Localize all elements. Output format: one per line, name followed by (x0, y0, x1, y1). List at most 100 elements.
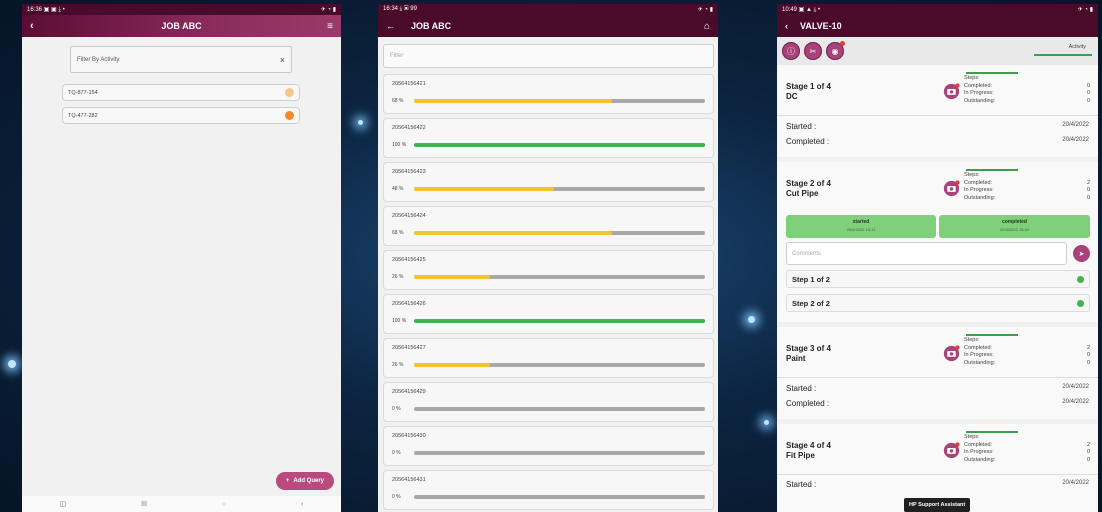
status-time: 16:34 ⤓ ▣ 99 (383, 6, 417, 12)
comments-input[interactable]: Comments (786, 242, 1067, 265)
row-id: 20564156421 (392, 81, 426, 87)
list-item[interactable]: TQ-877-154 (62, 84, 300, 101)
completed-button[interactable]: completed 20/4/2022 15:44 (939, 215, 1090, 238)
table-row[interactable]: 20564156429 0 % (383, 382, 714, 422)
row-id: 20564156422 (392, 125, 426, 131)
active-tab-indicator (1034, 54, 1092, 56)
camera-icon[interactable] (943, 83, 960, 100)
stage-progress-line (966, 431, 1018, 433)
system-nav-bar: ◫ III ○ ‹ (22, 496, 341, 512)
row-id: 20564156430 (392, 433, 426, 439)
progress-bar (414, 275, 705, 279)
background-glow (8, 360, 16, 368)
table-row[interactable]: 20564156426 100 % (383, 294, 714, 334)
filter-placeholder: Filter (390, 53, 404, 59)
progress-percent: 100 % (392, 142, 407, 148)
add-query-button[interactable]: + Add Query (275, 472, 334, 490)
progress-fill (414, 275, 490, 279)
progress-fill (414, 319, 705, 323)
status-bar: 10:49 ▣ ▲ ⤓ • ✈ ◔ ▮ (777, 4, 1098, 15)
clear-icon[interactable]: × (280, 55, 285, 65)
table-row[interactable]: 20564156424 68 % (383, 206, 714, 246)
tools-icon[interactable]: ✂ (804, 42, 822, 60)
stage-card-3[interactable]: Stage 3 of 4 Paint Steps: Completed: 2 In … (777, 327, 1098, 419)
page-title: JOB ABC (161, 21, 202, 31)
progress-row: 100 % (392, 318, 705, 324)
camera-icon[interactable] (943, 442, 960, 459)
progress-row: 0 % (392, 406, 705, 412)
progress-percent: 26 % (392, 362, 404, 368)
notification-badge (840, 41, 845, 46)
table-row[interactable]: 20564156431 0 % (383, 470, 714, 510)
list-item[interactable]: TQ-477-282 (62, 107, 300, 124)
step-status-dot (1077, 275, 1084, 283)
row-id: 20564156426 (392, 301, 426, 307)
divider (777, 474, 1098, 475)
plus-icon: + (285, 478, 290, 484)
status-bar: 16:36 ▣ ▣ ⤓ • ✈ ◔ ▮ (22, 4, 341, 15)
started-button[interactable]: started 20/4/2022 15:11 (786, 215, 936, 238)
status-icons: ✈ ◔ ▮ (1077, 7, 1093, 13)
page-title: VALVE-10 (800, 21, 842, 31)
progress-bar (414, 143, 705, 147)
camera-icon[interactable] (943, 345, 960, 362)
job-progress-screen: 16:34 ⤓ ▣ 99 ✈ ◔ ▮ ← JOB ABC ⌂ Filter 20… (378, 4, 718, 512)
progress-row: 26 % (392, 274, 705, 280)
back-arrow-icon[interactable]: ← (386, 21, 395, 31)
send-icon[interactable]: ➤ (1073, 245, 1090, 262)
step-row-1[interactable]: Step 1 of 2 (786, 270, 1090, 288)
status-icons: ✈ ◔ ▮ (697, 7, 713, 13)
background-glow (358, 120, 363, 125)
progress-percent: 100 % (392, 318, 407, 324)
filter-by-activity-field[interactable]: Filter By Activity × (70, 46, 292, 73)
table-row[interactable]: 20564156425 26 % (383, 250, 714, 290)
camera-icon[interactable]: ◉ (826, 41, 845, 60)
screenshot-icon[interactable]: ◫ (59, 500, 66, 508)
stage-title: Stage 4 of 4 Fit Pipe (786, 441, 831, 460)
tab-activity[interactable]: Activity (1069, 44, 1086, 50)
stage-card-1[interactable]: Stage 1 of 4 DC Steps: Completed: 0 In Pro… (777, 65, 1098, 157)
steps-summary: Steps: Completed: 2 In Progress: 0 Outstan… (964, 172, 1090, 201)
steps-summary: Steps: Completed: 0 In Progress: 0 Outstan… (964, 75, 1090, 104)
back-icon[interactable]: ‹ (30, 20, 34, 32)
list-item-label: TQ-477-282 (68, 112, 98, 119)
table-row[interactable]: 20564156421 68 % (383, 74, 714, 114)
recents-icon[interactable]: III (141, 501, 147, 508)
step-row-2[interactable]: Step 2 of 2 (786, 294, 1090, 312)
stage-card-2[interactable]: Stage 2 of 4 Cut Pipe Steps: Completed: 2 … (777, 162, 1098, 322)
home-icon[interactable]: ⌂ (704, 21, 710, 32)
app-bar: ‹ JOB ABC ≡ (22, 15, 341, 37)
progress-list: 20564156421 68 % 20564156422 100 % 205641564… (378, 74, 718, 510)
filter-input[interactable]: Filter (383, 44, 714, 68)
progress-bar (414, 99, 705, 103)
table-row[interactable]: 20564156423 48 % (383, 162, 714, 202)
started-row: Started :20/4/2022 (786, 122, 1089, 131)
row-id: 20564156425 (392, 257, 426, 263)
progress-row: 68 % (392, 230, 705, 236)
progress-bar (414, 451, 705, 455)
progress-percent: 0 % (392, 494, 401, 500)
table-row[interactable]: 20564156422 100 % (383, 118, 714, 158)
row-id: 20564156423 (392, 169, 426, 175)
back-icon[interactable]: ‹ (785, 21, 788, 31)
tooltip: HP Support Assistant (904, 498, 971, 512)
progress-bar (414, 495, 705, 499)
info-icon[interactable]: ⓘ (782, 42, 800, 60)
camera-icon[interactable] (943, 180, 960, 197)
divider (777, 377, 1098, 378)
table-row[interactable]: 20564156430 0 % (383, 426, 714, 466)
stage-progress-line (966, 72, 1018, 74)
completed-row: Completed :20/4/2022 (786, 137, 1089, 146)
filter-icon[interactable]: ≡ (327, 21, 333, 32)
progress-bar (414, 407, 705, 411)
progress-fill (414, 231, 612, 235)
home-icon[interactable]: ○ (222, 501, 226, 508)
progress-row: 26 % (392, 362, 705, 368)
row-id: 20564156429 (392, 389, 426, 395)
progress-bar (414, 363, 705, 367)
status-time: 10:49 ▣ ▲ ⤓ • (782, 6, 821, 13)
progress-bar (414, 187, 705, 191)
back-nav-icon[interactable]: ‹ (301, 501, 303, 508)
add-query-label: Add Query (293, 478, 324, 484)
table-row[interactable]: 20564156427 26 % (383, 338, 714, 378)
